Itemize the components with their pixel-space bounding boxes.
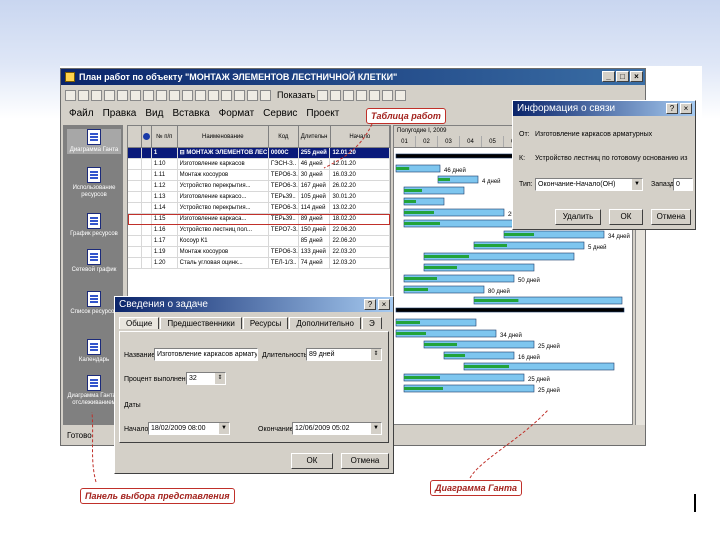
- callout-gantt-chart: Диаграмма Ганта: [430, 480, 522, 496]
- callout-view-bar: Панель выбора представления: [80, 488, 235, 504]
- text-cursor: [694, 494, 696, 512]
- callout-task-table: Таблица работ: [366, 108, 446, 124]
- callout-arrows: [91, 123, 549, 483]
